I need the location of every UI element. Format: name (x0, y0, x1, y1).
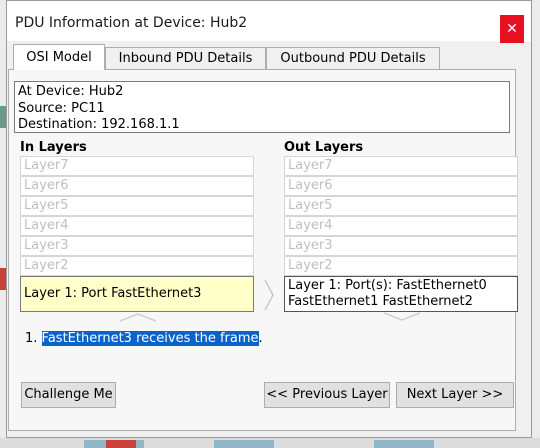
challenge-me-button[interactable]: Challenge Me (21, 382, 116, 408)
tab-label: Outbound PDU Details (280, 51, 426, 66)
previous-layer-button[interactable]: << Previous Layer (264, 382, 390, 408)
in-layer-5[interactable]: Layer5 (20, 196, 254, 216)
title-bar[interactable]: PDU Information at Device: Hub2 ✕ (7, 1, 531, 43)
window-title: PDU Information at Device: Hub2 (15, 15, 248, 31)
in-layer-7[interactable]: Layer7 (20, 156, 254, 176)
out-layer-1[interactable]: Layer 1: Port(s): FastEthernet0 FastEthe… (284, 276, 518, 312)
out-layer-3[interactable]: Layer3 (284, 236, 518, 256)
out-layer-4[interactable]: Layer4 (284, 216, 518, 236)
tab-label: OSI Model (26, 50, 92, 65)
in-layer-1[interactable]: Layer 1: Port FastEthernet3 (20, 276, 254, 312)
next-layer-button[interactable]: Next Layer >> (396, 382, 514, 408)
background-icon (374, 440, 434, 448)
tab-osi-model[interactable]: OSI Model (13, 44, 105, 70)
out-layer-2[interactable]: Layer2 (284, 256, 518, 276)
out-layer-5[interactable]: Layer5 (284, 196, 518, 216)
background-app-strip (0, 438, 540, 448)
out-layer-7[interactable]: Layer7 (284, 156, 518, 176)
close-button[interactable]: ✕ (500, 15, 524, 43)
in-layers-heading: In Layers (20, 140, 87, 155)
out-layer-1-line1: Layer 1: Port(s): FastEthernet0 (288, 278, 487, 293)
step-text[interactable]: FastEthernet3 receives the frame (41, 331, 259, 346)
chevron-down-icon (383, 312, 421, 321)
chevron-right-icon (264, 279, 274, 311)
background-icon (106, 440, 136, 448)
out-layer-1-line2: FastEthernet1 FastEthernet2 (288, 294, 473, 309)
pdu-info-box: At Device: Hub2 Source: PC11 Destination… (14, 81, 510, 133)
chevron-up-icon (119, 313, 157, 322)
out-layers-heading: Out Layers (284, 140, 364, 155)
in-layer-6[interactable]: Layer6 (20, 176, 254, 196)
out-layer-6[interactable]: Layer6 (284, 176, 518, 196)
destination-text: Destination: 192.168.1.1 (18, 117, 180, 132)
tab-label: Inbound PDU Details (118, 51, 253, 66)
in-layer-4[interactable]: Layer4 (20, 216, 254, 236)
source-text: Source: PC11 (18, 100, 105, 116)
step-number: 1. (25, 331, 38, 346)
in-layer-3[interactable]: Layer3 (20, 236, 254, 256)
in-layer-2[interactable]: Layer2 (20, 256, 254, 276)
tab-inbound-pdu-details[interactable]: Inbound PDU Details (105, 47, 266, 69)
close-icon: ✕ (506, 21, 518, 37)
background-icon (214, 440, 274, 448)
step-suffix: . (258, 331, 263, 346)
device-text: At Device: Hub2 (18, 84, 124, 99)
tab-outbound-pdu-details[interactable]: Outbound PDU Details (266, 47, 440, 69)
step-description: 1. FastEthernet3 receives the frame. (25, 331, 263, 346)
